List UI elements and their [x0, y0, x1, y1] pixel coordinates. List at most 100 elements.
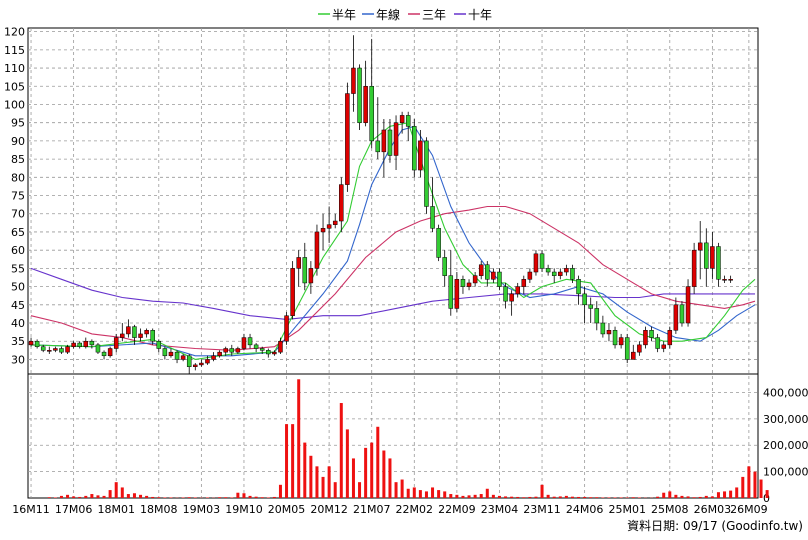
candle-down: [156, 339, 162, 353]
volume-bar: [205, 497, 209, 498]
volume-bar: [449, 494, 453, 498]
volume-bar: [47, 497, 51, 498]
candle-body: [351, 67, 356, 94]
candle-body: [259, 348, 265, 351]
price-tick-label: 50: [11, 281, 25, 294]
price-tick-label: 75: [11, 190, 25, 203]
volume-bar: [455, 494, 459, 498]
volume-bar: [345, 429, 349, 498]
candle-up: [393, 115, 399, 171]
candle-down: [424, 137, 429, 214]
volume-axis: 0100,000200,000300,000400,000: [763, 386, 808, 505]
candle-body: [418, 140, 423, 171]
volume-bar: [285, 424, 289, 498]
volume-bar: [78, 496, 82, 498]
candle-body: [685, 286, 691, 324]
price-tick-label: 85: [11, 153, 25, 166]
x-tick-label: 24M06: [566, 503, 604, 516]
candle-body: [533, 253, 539, 273]
candle-up: [168, 348, 174, 358]
volume-tick-label: 400,000: [763, 386, 808, 399]
candle-up: [637, 341, 642, 356]
volume-bar: [218, 497, 222, 498]
candle-body: [558, 271, 563, 276]
volume-bar: [84, 495, 88, 498]
volume-bar: [558, 496, 562, 498]
candle-body: [205, 359, 210, 364]
volume-bar: [96, 495, 100, 498]
candle-body: [704, 242, 709, 269]
candle-body: [594, 308, 600, 324]
candle-body: [539, 253, 545, 269]
candle-up: [618, 333, 624, 349]
price-tick-label: 120: [4, 26, 25, 39]
candle-up: [515, 282, 520, 298]
candle-up: [381, 119, 387, 178]
volume-tick-label: 200,000: [763, 439, 808, 452]
candle-down: [582, 286, 587, 324]
volume-bar: [187, 497, 191, 498]
candle-down: [266, 348, 271, 358]
candle-body: [527, 271, 533, 280]
candle-body: [612, 330, 618, 346]
volume-bar: [613, 497, 617, 498]
candle-up: [290, 261, 295, 320]
candle-up: [454, 272, 460, 313]
volume-bar: [333, 482, 337, 498]
candle-body: [120, 333, 125, 338]
candle-up: [673, 297, 679, 334]
candle-body: [691, 249, 697, 287]
volume-bar: [564, 495, 568, 498]
volume-bar: [765, 490, 769, 498]
candle-up: [53, 346, 58, 353]
volume-bar: [735, 487, 739, 498]
volume-bar: [473, 494, 477, 498]
candle-down: [588, 297, 593, 324]
volume-bar: [522, 497, 526, 498]
volume-bar: [291, 424, 295, 498]
candle-down: [460, 275, 466, 294]
candle-down: [162, 346, 168, 360]
moving-average-lines: [30, 122, 756, 360]
candle-body: [132, 326, 137, 338]
candle-body: [375, 140, 381, 153]
x-tick-label: 23M11: [523, 503, 561, 516]
candle-down: [436, 224, 441, 262]
candle-body: [253, 344, 259, 349]
x-tick-label: 18M08: [140, 503, 178, 516]
legend-label-year: 年線: [376, 7, 400, 22]
candle-body: [278, 340, 283, 353]
candle-body: [186, 355, 192, 367]
candle-up: [211, 352, 216, 362]
candle-body: [71, 342, 76, 347]
candle-body: [180, 355, 186, 360]
candle-body: [722, 279, 727, 281]
three-year-ma-line: [30, 205, 756, 351]
candle-up: [278, 337, 283, 354]
volume-bar: [680, 495, 684, 498]
candle-body: [716, 246, 721, 280]
volume-bar: [418, 490, 422, 498]
candle-up: [241, 333, 247, 351]
candle-body: [47, 350, 52, 352]
legend-label-half-year: 半年: [332, 8, 356, 22]
candle-body: [606, 330, 612, 335]
candle-down: [704, 228, 709, 287]
volume-bar: [637, 497, 641, 498]
volume-bar: [704, 495, 708, 498]
candle-body: [728, 279, 733, 281]
candle-body: [28, 340, 34, 346]
candle-up: [667, 326, 673, 349]
candle-up: [728, 275, 733, 283]
volume-bar: [303, 442, 307, 498]
candle-body: [485, 264, 490, 280]
price-tick-label: 80: [11, 171, 25, 184]
price-tick-label: 45: [11, 299, 25, 312]
candle-body: [77, 342, 82, 347]
legend-item-ten-year: 十年: [454, 8, 492, 22]
candle-body: [472, 275, 478, 284]
candle-body: [272, 351, 277, 355]
candle-up: [472, 272, 478, 287]
candle-up: [631, 344, 636, 360]
volume-bar: [102, 495, 106, 498]
